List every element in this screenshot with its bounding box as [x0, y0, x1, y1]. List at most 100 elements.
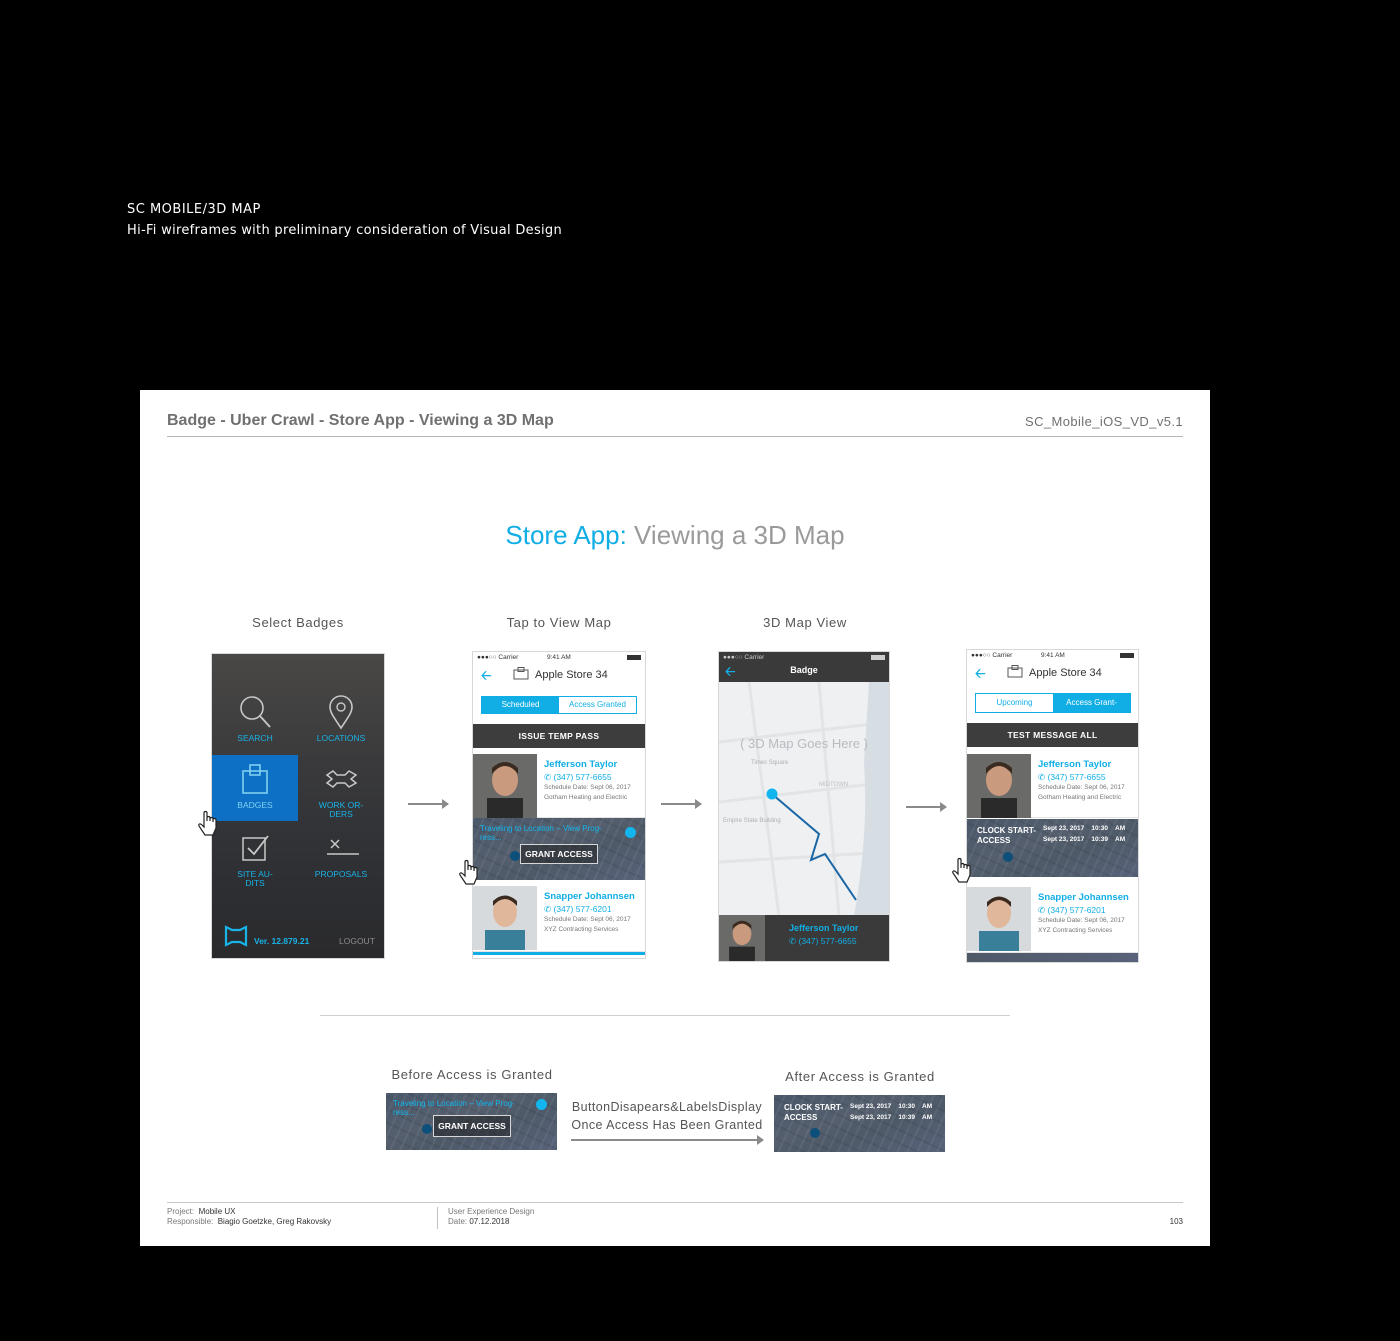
- status-bar: ●●●○○ Carrier: [719, 652, 889, 662]
- avatar: [967, 754, 1031, 818]
- contact-name: Jefferson Taylor: [544, 759, 618, 770]
- footer-responsible-value: Biagio Goetzke, Greg Rakovsky: [217, 1217, 332, 1226]
- contact-phone-number: (347) 577-6655: [553, 772, 612, 782]
- headline: Store App: Viewing a 3D Map: [140, 520, 1210, 551]
- store-icon: [513, 667, 529, 680]
- location-pin-icon: [329, 695, 353, 730]
- back-arrow-icon[interactable]: 🡠: [975, 665, 986, 687]
- contact-phone[interactable]: ✆ (347) 577-6655: [544, 772, 612, 783]
- status-carrier: ●●●○○ Carrier: [971, 652, 1013, 659]
- contact-phone-number: (347) 577-6655: [1047, 772, 1106, 782]
- after-strip: CLOCK START- ACCESS Sept 23, 2017 10:30 …: [774, 1095, 945, 1152]
- traveling-status: Traveling to Location – View Prog- ress.…: [480, 824, 602, 842]
- tab-scheduled[interactable]: Scheduled: [482, 697, 559, 713]
- tab-access-granted[interactable]: Access Granted: [559, 697, 636, 713]
- tab-access-granted[interactable]: Access Grant-: [1053, 694, 1130, 712]
- issue-temp-pass-button[interactable]: ISSUE TEMP PASS: [473, 724, 645, 748]
- footer-date: Date: 07.12.2018: [448, 1217, 509, 1227]
- store-screen: ●●●○○ Carrier 9:41 AM 🡠 Apple Store 34 S…: [473, 652, 645, 958]
- contact-name: Snapper Johannsen: [544, 891, 635, 902]
- sheet-title: Badge - Uber Crawl - Store App - Viewing…: [167, 412, 554, 429]
- transition-note-line2: Once Access Has Been Granted: [571, 1118, 763, 1132]
- search-icon: [240, 696, 271, 728]
- list-item[interactable]: Jefferson Taylor ✆ (347) 577-6655 Schedu…: [967, 754, 1138, 818]
- schedule-date: Schedule Date: Sept 06, 2017: [544, 916, 631, 923]
- contact-name: Jefferson Taylor: [1038, 759, 1112, 770]
- nav-bar: 🡠 Apple Store 34: [473, 662, 645, 692]
- battery-icon: [871, 655, 885, 660]
- store-name: Apple Store 34: [535, 669, 608, 681]
- proposals-tile[interactable]: PROPOSALS: [298, 824, 384, 890]
- contact-phone[interactable]: ✆ (347) 577-6655: [789, 936, 857, 947]
- clock-start-strip: CLOCK START- ACCESS Sept 23, 2017 10:30 …: [967, 819, 1138, 877]
- proposal-icon: [327, 839, 359, 855]
- contact-phone-number: (347) 577-6201: [1047, 905, 1106, 915]
- grant-access-button[interactable]: GRANT ACCESS: [520, 844, 598, 864]
- footer-project-label: Project:: [167, 1207, 195, 1216]
- map-label: MIDTOWN: [819, 782, 849, 788]
- test-message-all-button[interactable]: TEST MESSAGE ALL: [967, 723, 1138, 747]
- destination-dot: [510, 851, 520, 861]
- location-dot: [536, 1099, 547, 1110]
- contact-phone-number: (347) 577-6655: [798, 936, 857, 946]
- work-orders-tile[interactable]: WORK OR- DERS: [298, 755, 384, 821]
- company-name: XYZ Contracting Services: [1038, 927, 1113, 934]
- hand-pointer-icon: [952, 857, 971, 883]
- destination-dot: [810, 1128, 820, 1138]
- map-graphic: [719, 682, 889, 916]
- map-strip[interactable]: Traveling to Location – View Prog- ress.…: [473, 818, 645, 880]
- map-peek: [967, 953, 1138, 962]
- map-view[interactable]: ( 3D Map Goes Here ) Times Square MIDTOW…: [719, 682, 889, 916]
- site-audits-tile[interactable]: SITE AU- DITS: [212, 824, 298, 890]
- contact-phone[interactable]: ✆ (347) 577-6201: [544, 904, 612, 915]
- search-tile-label: SEARCH: [237, 733, 273, 743]
- battery-icon: [627, 655, 641, 660]
- nav-bar: 🡠 Badge: [719, 662, 889, 682]
- tab-upcoming[interactable]: Upcoming: [976, 694, 1053, 712]
- contact-name: Jefferson Taylor: [789, 923, 859, 933]
- company-name: Gotham Heating and Electric: [1038, 794, 1122, 801]
- contact-phone[interactable]: ✆ (347) 577-6201: [1038, 905, 1106, 916]
- status-bar: ●●●○○ Carrier 9:41 AM: [473, 652, 645, 662]
- avatar: [473, 754, 537, 818]
- hand-pointer-icon: [198, 810, 217, 836]
- flow-arrow: [906, 802, 947, 812]
- contact-card[interactable]: Jefferson Taylor ✆ (347) 577-6655: [719, 915, 889, 961]
- footer-divider: [167, 1202, 1183, 1203]
- company-name: XYZ Contracting Services: [544, 926, 619, 933]
- locations-tile-label: LOCATIONS: [316, 733, 366, 743]
- list-item[interactable]: Snapper Johannsen ✆ (347) 577-6201 Sched…: [473, 886, 645, 952]
- transition-arrow: [571, 1135, 764, 1145]
- contact-name: Snapper Johannsen: [1038, 892, 1129, 903]
- status-time: 9:41 AM: [547, 654, 571, 661]
- schedule-date: Schedule Date: Sept 06, 2017: [1038, 784, 1125, 791]
- map-label: Empire State Building: [723, 818, 781, 824]
- map-label: Times Square: [751, 760, 789, 766]
- tab-control: Upcoming Access Grant-: [975, 693, 1131, 713]
- search-tile[interactable]: SEARCH: [212, 688, 298, 754]
- list-item[interactable]: Jefferson Taylor ✆ (347) 577-6655 Schedu…: [473, 754, 645, 818]
- list-item[interactable]: Snapper Johannsen ✆ (347) 577-6201 Sched…: [967, 887, 1138, 953]
- battery-icon: [1120, 653, 1134, 658]
- status-carrier: ●●●○○ Carrier: [477, 654, 519, 661]
- map-screen: ●●●○○ Carrier 🡠 Badge ( 3D Map Goes Here…: [719, 652, 889, 961]
- logout-button[interactable]: LOGOUT: [339, 936, 375, 946]
- footer-project-value: Mobile UX: [198, 1207, 236, 1216]
- back-arrow-icon[interactable]: 🡠: [481, 667, 492, 689]
- schedule-date: Schedule Date: Sept 06, 2017: [544, 784, 631, 791]
- badges-tile[interactable]: BADGES: [212, 755, 298, 821]
- step-label-tap-map: Tap to View Map: [506, 615, 612, 630]
- footer-dept: User Experience Design: [448, 1207, 535, 1216]
- clock-access-time: Sept 23, 2017 10:39 AM: [850, 1114, 933, 1121]
- section-divider: [320, 1015, 1010, 1016]
- wrench-icon: [325, 770, 358, 788]
- map-placeholder: ( 3D Map Goes Here ): [740, 736, 868, 751]
- footer-separator: [437, 1207, 438, 1229]
- contact-phone[interactable]: ✆ (347) 577-6655: [1038, 772, 1106, 783]
- locations-tile[interactable]: LOCATIONS: [298, 688, 384, 754]
- hand-pointer-icon: [459, 859, 478, 885]
- sheet-version: SC_Mobile_iOS_VD_v5.1: [1025, 414, 1183, 429]
- location-dot: [625, 827, 636, 838]
- map-nav-title: Badge: [790, 665, 818, 675]
- schedule-date: Schedule Date: Sept 06, 2017: [1038, 917, 1125, 924]
